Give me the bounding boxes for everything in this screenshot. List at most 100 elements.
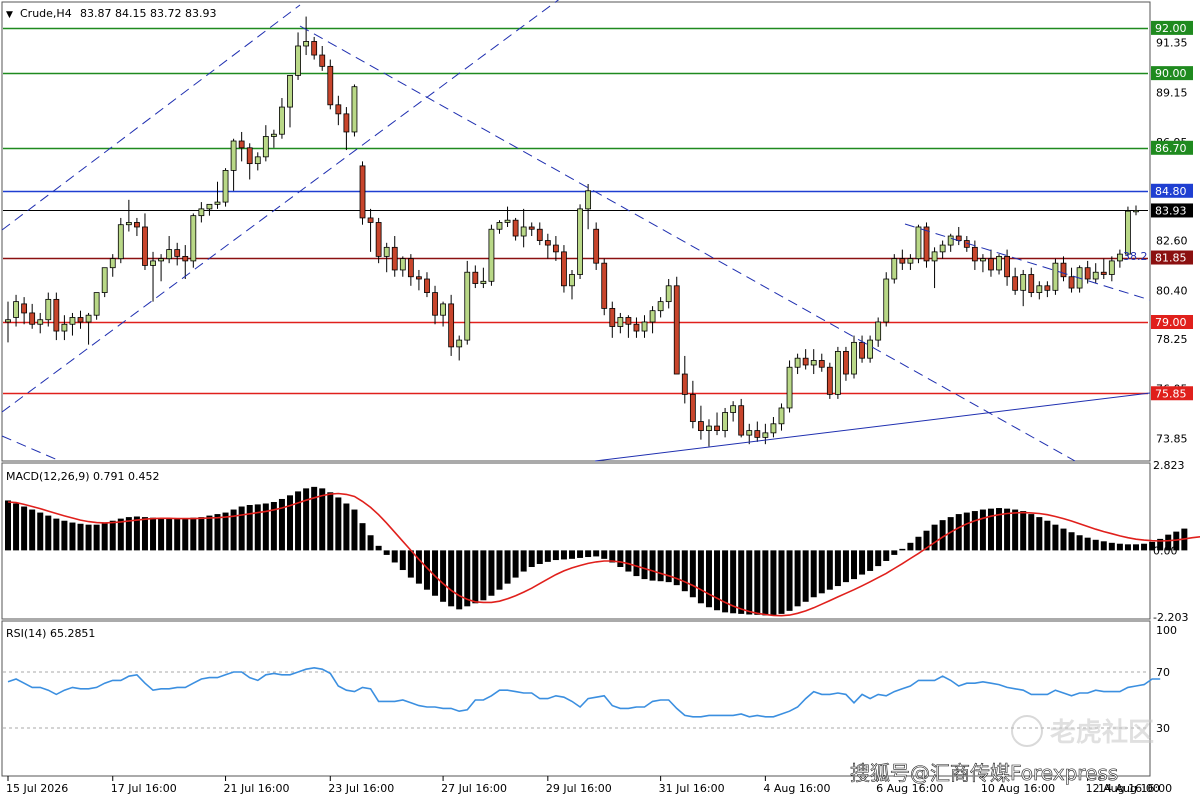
- dropdown-triangle-icon[interactable]: ▼: [6, 10, 13, 20]
- candle-body: [1052, 262, 1059, 291]
- candle-body: [399, 258, 406, 271]
- candle-body: [125, 222, 132, 226]
- candle: [375, 217, 382, 264]
- macd-bar: [569, 550, 575, 559]
- macd-bar: [109, 520, 116, 551]
- macd-bar: [738, 550, 745, 614]
- macd-axis-tick: 2.823: [1153, 459, 1185, 472]
- macd-bar: [544, 550, 551, 562]
- macd-bar: [1133, 544, 1139, 551]
- candle-body: [1116, 253, 1123, 262]
- candle-body: [53, 298, 60, 332]
- macd-bar: [206, 515, 213, 551]
- price-axis-tick: 89.15: [1156, 86, 1188, 99]
- x-axis-tick: 4 Aug 16:00: [763, 782, 830, 795]
- rsi-label: RSI(14) 65.2851: [6, 627, 95, 640]
- macd-bar: [1012, 509, 1019, 551]
- macd-bar: [907, 542, 914, 551]
- level-label: 79.00: [1155, 316, 1187, 329]
- candle-body: [45, 298, 52, 321]
- candle-body: [85, 314, 92, 323]
- macd-bar: [125, 517, 132, 551]
- x-axis-tick: 27 Jul 16:00: [441, 782, 507, 795]
- candle-body: [698, 421, 704, 431]
- candle-body: [617, 317, 624, 327]
- candle-body: [29, 312, 36, 325]
- candle-body: [923, 226, 930, 262]
- macd-bar: [601, 550, 608, 559]
- macd-bar: [1044, 520, 1051, 551]
- macd-bar: [399, 550, 406, 571]
- candle-body: [238, 140, 245, 149]
- candle-body: [1108, 260, 1115, 275]
- candle-body: [1125, 210, 1131, 255]
- candle-body: [520, 226, 527, 237]
- macd-bar: [665, 550, 672, 583]
- candle: [673, 276, 680, 375]
- candle-body: [907, 258, 914, 264]
- candle-body: [359, 165, 366, 219]
- candle-body: [222, 170, 229, 203]
- macd-bar: [448, 550, 455, 607]
- level-label: 81.85: [1155, 252, 1187, 265]
- macd-bar: [560, 550, 567, 560]
- candle-body: [939, 244, 946, 253]
- candle-body: [254, 156, 261, 165]
- candle: [601, 258, 608, 316]
- candle-body: [37, 319, 44, 325]
- candle-body: [391, 246, 398, 271]
- watermark-logo-text: 老虎社区: [1050, 717, 1154, 748]
- macd-bar: [295, 491, 302, 551]
- candle-body: [512, 219, 519, 237]
- candle-body: [746, 430, 753, 436]
- trading-chart[interactable]: 91.3589.1586.9582.6080.4078.2576.0573.85…: [0, 0, 1200, 800]
- candle-body: [142, 226, 148, 266]
- candle-body: [988, 258, 994, 271]
- candle: [222, 168, 229, 207]
- macd-bar: [899, 548, 906, 551]
- macd-bar: [705, 550, 712, 608]
- candle-body: [536, 228, 543, 241]
- candle-body: [552, 244, 559, 253]
- candle-body: [601, 262, 608, 309]
- candle: [1052, 258, 1059, 295]
- macd-bar: [198, 517, 205, 551]
- macd-bar: [891, 550, 898, 555]
- candle: [488, 224, 495, 286]
- candle-body: [649, 310, 656, 323]
- macd-bar: [617, 550, 624, 568]
- candle-body: [891, 258, 898, 280]
- macd-bar: [45, 515, 52, 551]
- candle-body: [915, 226, 922, 260]
- candle-body: [778, 407, 785, 425]
- level-label: 83.93: [1155, 204, 1187, 217]
- candle-body: [673, 285, 680, 375]
- macd-bar: [851, 550, 857, 580]
- macd-axis-tick: 0.00: [1153, 544, 1178, 557]
- rsi-axis-tick: 70: [1156, 666, 1170, 679]
- macd-bar: [697, 550, 704, 604]
- macd-bar: [190, 517, 197, 551]
- candle-body: [21, 303, 28, 314]
- macd-bar: [1028, 514, 1035, 551]
- watermark-source-text: 搜狐号@汇商传媒Forexpress: [850, 761, 1118, 785]
- candle-body: [270, 133, 277, 137]
- candle-body: [303, 41, 310, 47]
- macd-bar: [730, 550, 737, 614]
- candle-body: [206, 203, 213, 210]
- candle-body: [947, 235, 954, 246]
- candle-body: [150, 260, 156, 266]
- candle-body: [665, 285, 672, 303]
- chart-canvas[interactable]: 91.3589.1586.9582.6080.4078.2576.0573.85…: [0, 0, 1200, 800]
- candle-body: [13, 301, 19, 318]
- macd-bar: [311, 486, 318, 551]
- macd-bar: [174, 518, 181, 551]
- candle-body: [899, 258, 906, 264]
- macd-bar: [29, 509, 36, 551]
- candle-body: [609, 308, 616, 327]
- candle-body: [1133, 210, 1139, 213]
- candle: [577, 204, 583, 280]
- price-axis-tick: 91.35: [1156, 37, 1188, 50]
- macd-bar: [859, 550, 866, 575]
- candle-body: [69, 317, 76, 325]
